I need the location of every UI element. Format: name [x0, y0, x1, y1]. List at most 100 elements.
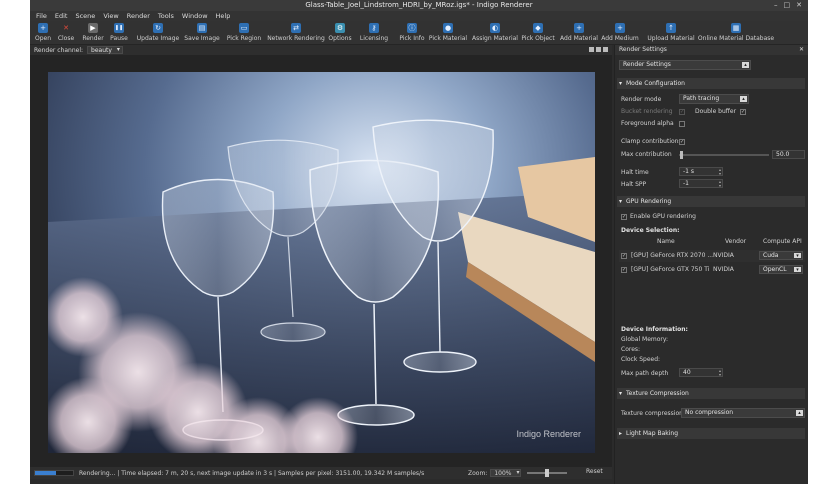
pick-object-icon: ◆ — [533, 23, 543, 33]
render-settings-panel: Render Settings ✕ Render Settings ▴ Mode… — [614, 45, 808, 484]
menu-render[interactable]: Render — [127, 12, 150, 20]
foreground-alpha-label: Foreground alpha — [621, 120, 674, 127]
render-mode-select[interactable]: Path tracing ▴ — [679, 94, 749, 104]
max-contribution-input[interactable]: 50.0 — [772, 150, 805, 159]
network-rendering-button[interactable]: ⇄ Network Rendering — [266, 21, 326, 45]
double-buffer-label: Double buffer — [695, 108, 737, 115]
panel-close-icon[interactable]: ✕ — [799, 45, 804, 55]
render-button[interactable]: ▶ Render — [80, 21, 106, 45]
update-image-label: Update Image — [136, 35, 180, 42]
spin-icon[interactable]: ▴ ▾ — [719, 369, 721, 377]
device-api-select[interactable]: Cuda ▾ — [759, 251, 803, 260]
panel-title: Render Settings — [619, 46, 667, 53]
zoom-slider-handle[interactable] — [545, 469, 550, 477]
add-medium-button[interactable]: + Add Medium — [601, 21, 639, 45]
toolbar: + Open ✕ Close ▶ Render ❚❚ Pause ↻ Update Ima… — [30, 21, 808, 45]
menu-help[interactable]: Help — [216, 12, 231, 20]
halt-time-input[interactable]: -1 s ▴ ▾ — [679, 167, 723, 176]
pause-button[interactable]: ❚❚ Pause — [108, 21, 130, 45]
enable-gpu-checkbox[interactable]: ✓ — [621, 214, 627, 220]
upload-material-button[interactable]: ↑ Upload Material — [647, 21, 695, 45]
section-texture-compression[interactable]: Texture Compression — [617, 388, 805, 399]
title-bar: Glass-Table_Joel_Lindstrom_HDRI_by_MRoz.… — [30, 0, 808, 11]
bucket-rendering-checkbox[interactable]: ✓ — [679, 109, 685, 115]
max-contribution-handle[interactable] — [679, 151, 683, 159]
device-row[interactable]: ✓ [GPU] GeForce RTX 2070 ... NVIDIA Cuda… — [619, 250, 805, 262]
dock-controls — [589, 47, 608, 52]
assign-material-button[interactable]: ◐ Assign Material — [472, 21, 518, 45]
options-button[interactable]: ⚙ Options — [328, 21, 352, 45]
foreground-alpha-checkbox[interactable] — [679, 121, 685, 127]
menu-tools[interactable]: Tools — [158, 12, 174, 20]
device-api-select[interactable]: OpenCL ▾ — [759, 265, 803, 274]
device-api-value: OpenCL — [763, 266, 787, 273]
section-light-map-baking[interactable]: Light Map Baking — [617, 428, 805, 439]
online-material-database-button[interactable]: ▦ Online Material Database — [698, 21, 774, 45]
render-progress-bar — [34, 470, 74, 476]
max-path-depth-value: 40 — [683, 369, 691, 376]
pick-info-button[interactable]: ⓘ Pick Info — [398, 21, 426, 45]
reset-zoom-button[interactable]: Reset — [586, 468, 603, 475]
section-gpu-rendering[interactable]: GPU Rendering — [617, 196, 805, 207]
open-button[interactable]: + Open — [33, 21, 53, 45]
dock-split-icon[interactable] — [596, 47, 601, 52]
render-channel-label: Render channel: — [34, 46, 84, 54]
double-buffer-checkbox[interactable]: ✓ — [740, 109, 746, 115]
glass-scene — [48, 119, 595, 453]
enable-gpu-label: Enable GPU rendering — [630, 213, 696, 220]
device-name: [GPU] GeForce RTX 2070 ... — [631, 252, 714, 259]
device-row[interactable]: ✓ [GPU] GeForce GTX 750 Ti NVIDIA OpenCL… — [619, 264, 805, 276]
pick-object-label: Pick Object — [521, 35, 555, 42]
close-icon: ✕ — [63, 24, 69, 32]
device-checkbox[interactable]: ✓ — [621, 253, 627, 259]
spin-icon[interactable]: ▴ ▾ — [719, 168, 721, 176]
device-column-vendor: Vendor — [725, 238, 747, 245]
menu-view[interactable]: View — [103, 12, 118, 20]
close-button[interactable]: ✕ Close — [55, 21, 77, 45]
add-material-button[interactable]: + Add Material — [560, 21, 598, 45]
settings-dropdown[interactable]: Render Settings ▴ — [619, 60, 751, 70]
menu-edit[interactable]: Edit — [55, 12, 68, 20]
menu-scene[interactable]: Scene — [75, 12, 95, 20]
network-icon: ⇄ — [291, 23, 301, 33]
pick-material-button[interactable]: ● Pick Material — [428, 21, 468, 45]
zoom-slider[interactable] — [527, 469, 568, 477]
zoom-select[interactable]: 100% — [490, 469, 522, 477]
section-mode-configuration[interactable]: Mode Configuration — [617, 78, 805, 89]
texture-compression-select[interactable]: No compression ▴ — [681, 408, 805, 418]
pick-info-label: Pick Info — [399, 35, 425, 42]
plus-icon: + — [38, 23, 48, 33]
minimize-button[interactable]: – — [774, 1, 778, 9]
max-path-depth-input[interactable]: 40 ▴ ▾ — [679, 368, 723, 377]
rendered-image[interactable]: Indigo Renderer — [48, 72, 595, 453]
save-image-button[interactable]: ▤ Save Image — [183, 21, 221, 45]
menu-file[interactable]: File — [36, 12, 47, 20]
chevron-down-icon: ▾ — [794, 267, 801, 273]
global-memory-label: Global Memory: — [621, 336, 669, 343]
dock-close-icon[interactable] — [603, 47, 608, 52]
device-api-value: Cuda — [763, 252, 779, 259]
pick-region-button[interactable]: ▭ Pick Region — [225, 21, 263, 45]
close-window-button[interactable]: ✕ — [796, 1, 802, 9]
maximize-button[interactable]: □ — [784, 1, 791, 9]
menu-window[interactable]: Window — [182, 12, 208, 20]
licensing-button[interactable]: ⚷ Licensing — [359, 21, 389, 45]
render-label: Render — [82, 35, 104, 42]
clamp-contributions-checkbox[interactable]: ✓ — [679, 139, 685, 145]
update-image-button[interactable]: ↻ Update Image — [136, 21, 180, 45]
options-label: Options — [328, 35, 352, 42]
dock-float-icon[interactable] — [589, 47, 594, 52]
assign-material-label: Assign Material — [472, 35, 518, 42]
device-checkbox[interactable]: ✓ — [621, 267, 627, 273]
max-contribution-slider[interactable] — [679, 151, 769, 159]
halt-spp-input[interactable]: -1 ▴ ▾ — [679, 179, 723, 188]
add-medium-icon: + — [615, 23, 625, 33]
pick-object-button[interactable]: ◆ Pick Object — [521, 21, 555, 45]
panel-header: Render Settings ✕ — [615, 45, 808, 55]
render-viewport[interactable]: Indigo Renderer — [30, 55, 612, 467]
spin-icon[interactable]: ▴ ▾ — [719, 180, 721, 188]
region-icon: ▭ — [239, 23, 249, 33]
device-vendor: NVIDIA — [713, 266, 734, 273]
render-channel-select[interactable]: beauty — [87, 46, 123, 54]
licensing-label: Licensing — [359, 35, 389, 42]
